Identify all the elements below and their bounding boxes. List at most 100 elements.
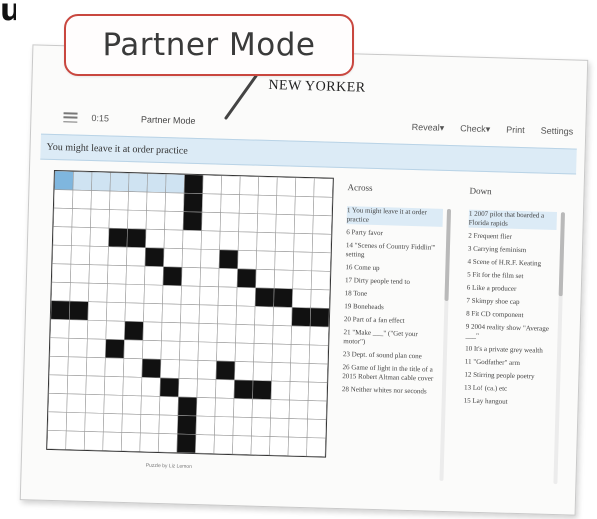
across-clue[interactable]: 19 Boneheads (344, 302, 440, 314)
grid-cell[interactable] (106, 283, 127, 304)
crossword-grid-svg[interactable] (46, 170, 334, 457)
grid-cell[interactable] (68, 319, 89, 340)
grid-cell[interactable] (274, 232, 295, 253)
grid-cell[interactable] (290, 344, 310, 364)
grid-cell[interactable] (255, 269, 275, 289)
grid-cell[interactable] (85, 375, 106, 396)
grid-cell[interactable] (238, 212, 259, 233)
grid-cell[interactable] (125, 265, 146, 286)
grid-cell[interactable] (104, 357, 125, 378)
grid-cell[interactable] (199, 267, 220, 288)
grid-cell[interactable] (89, 227, 110, 247)
grid-cell[interactable] (90, 190, 111, 210)
grid-cell[interactable] (141, 377, 161, 397)
grid-cell[interactable] (46, 430, 67, 450)
grid-cell[interactable] (197, 360, 217, 380)
down-clue[interactable]: 8 Fit CD component (466, 310, 554, 321)
grid-cell[interactable] (146, 191, 166, 212)
grid-cell[interactable] (181, 266, 201, 287)
grid-cell[interactable] (276, 176, 297, 197)
grid-cell[interactable] (271, 343, 292, 364)
down-clue[interactable]: 7 Skimpy shoe cap (466, 297, 554, 308)
grid-cell[interactable] (196, 397, 216, 417)
grid-cell[interactable] (312, 196, 333, 217)
grid-cell[interactable] (158, 414, 179, 435)
grid-cell[interactable] (313, 177, 334, 198)
grid-cell[interactable] (311, 233, 332, 254)
grid-cell[interactable] (234, 361, 254, 381)
grid-cell[interactable] (125, 283, 145, 304)
grid-cell[interactable] (71, 226, 91, 247)
grid-cell[interactable] (214, 397, 235, 418)
grid-cell[interactable] (216, 342, 236, 362)
grid-cell[interactable] (202, 174, 222, 195)
grid-cell[interactable] (107, 264, 127, 285)
grid-cell[interactable] (143, 284, 164, 305)
grid-cell[interactable] (214, 416, 234, 436)
grid-cell[interactable] (102, 431, 123, 452)
grid-cell[interactable] (254, 306, 274, 326)
grid-cell[interactable] (308, 363, 328, 383)
grid-cell[interactable] (164, 192, 185, 212)
down-clue[interactable]: 6 Like a producer (467, 284, 555, 295)
grid-cell[interactable] (70, 263, 90, 284)
grid-cell-highlighted[interactable] (165, 173, 185, 194)
across-clue[interactable]: 6 Party favor (346, 228, 442, 240)
hamburger-menu-icon[interactable] (63, 112, 78, 123)
grid-cell[interactable] (274, 251, 295, 271)
grid-cell[interactable] (120, 432, 141, 452)
grid-cell[interactable] (179, 341, 199, 361)
grid-cell[interactable] (275, 195, 296, 216)
grid-cell[interactable] (90, 208, 110, 229)
grid-cell[interactable] (89, 245, 109, 266)
grid-cell[interactable] (86, 338, 107, 359)
grid-cell[interactable] (197, 341, 218, 362)
grid-cell[interactable] (232, 416, 253, 437)
grid-cell[interactable] (306, 437, 326, 457)
grid-cell[interactable] (257, 176, 278, 197)
grid-cell[interactable] (273, 269, 294, 290)
grid-cell[interactable] (215, 379, 235, 399)
grid-cell[interactable] (238, 194, 259, 215)
grid-cell[interactable] (216, 323, 237, 344)
grid-cell[interactable] (270, 399, 290, 419)
grid-cell[interactable] (85, 356, 106, 377)
grid-cell-highlighted[interactable] (146, 173, 167, 193)
grid-cell[interactable] (70, 245, 91, 265)
grid-cell[interactable] (122, 376, 143, 397)
grid-cell[interactable] (123, 358, 143, 378)
grid-cell[interactable] (291, 288, 312, 309)
grid-cell[interactable] (66, 393, 87, 414)
grid-cell[interactable] (234, 342, 255, 363)
grid-cell[interactable] (219, 212, 240, 233)
grid-cell[interactable] (269, 417, 290, 438)
grid-cell[interactable] (178, 378, 198, 398)
down-clue[interactable]: 2 Frequent flier (468, 232, 556, 243)
grid-cell[interactable] (144, 265, 164, 286)
across-clue[interactable]: 21 "Make ___" ("Get your motor") (343, 328, 439, 349)
grid-cell[interactable] (251, 398, 272, 419)
grid-cell[interactable] (269, 436, 289, 456)
grid-cell[interactable] (126, 246, 146, 267)
grid-cell[interactable] (293, 214, 314, 235)
grid-cell[interactable] (105, 320, 126, 341)
grid-cell[interactable] (256, 213, 277, 234)
grid-cell[interactable] (196, 378, 217, 399)
grid-cell[interactable] (106, 301, 126, 322)
grid-cell[interactable] (53, 207, 73, 228)
grid-cell[interactable] (213, 434, 234, 455)
grid-cell[interactable] (140, 414, 160, 434)
grid-cell[interactable] (145, 228, 165, 249)
grid-cell[interactable] (163, 229, 184, 250)
grid-cell[interactable] (84, 394, 105, 414)
grid-cell[interactable] (198, 304, 219, 325)
print-button[interactable]: Print (506, 125, 525, 136)
grid-cell[interactable] (198, 323, 218, 343)
grid-cell[interactable] (72, 189, 92, 210)
grid-cell[interactable] (288, 399, 309, 420)
grid-cell[interactable] (235, 324, 255, 344)
grid-cell-highlighted[interactable] (109, 172, 130, 192)
grid-cell[interactable] (109, 190, 129, 211)
down-clue[interactable]: 1 2007 pilot that boarded a Florida rapi… (468, 209, 557, 231)
grid-cell[interactable] (88, 282, 108, 303)
